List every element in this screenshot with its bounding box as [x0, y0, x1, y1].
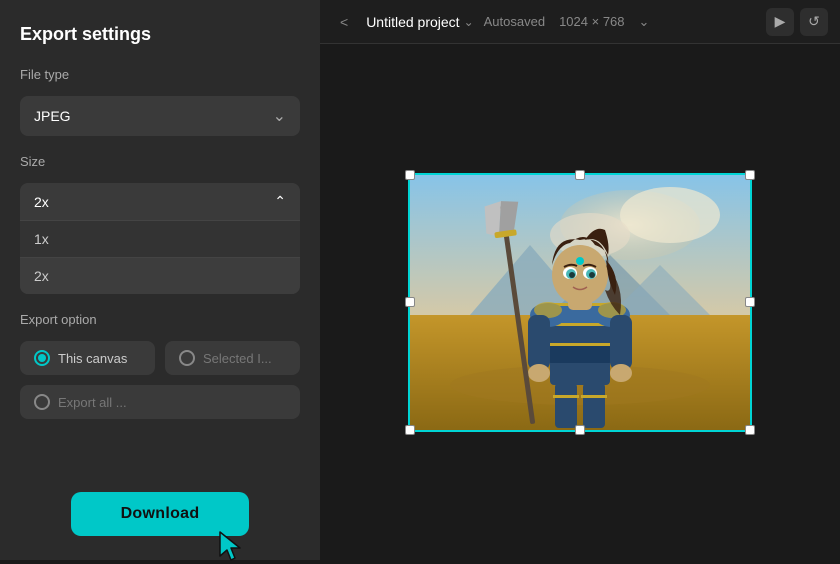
rotate-icon: ↺ [808, 13, 820, 30]
selected-label: Selected I... [203, 351, 272, 366]
radio-circle-this-canvas [34, 350, 50, 366]
canvas-area [320, 44, 840, 560]
export-radio-group: This canvas Selected I... Export all ... [20, 341, 300, 419]
size-dropdown[interactable]: 2x ⌃ 1x 2x [20, 183, 300, 294]
size-selected-row[interactable]: 2x ⌃ [20, 183, 300, 220]
chevron-down-icon: ⌄ [273, 106, 286, 126]
export-option-this-canvas[interactable]: This canvas [20, 341, 155, 375]
project-name: Untitled project [366, 14, 459, 30]
right-panel: < Untitled project ⌄ Autosaved 1024 × 76… [320, 0, 840, 560]
file-type-label: File type [20, 67, 300, 82]
this-canvas-label: This canvas [58, 351, 127, 366]
export-option-label: Export option [20, 312, 300, 327]
panel-title: Export settings [20, 24, 300, 45]
size-option-2x[interactable]: 2x [20, 257, 300, 294]
canvas-image-container [410, 175, 750, 430]
autosaved-label: Autosaved [484, 14, 545, 29]
size-option-1x[interactable]: 1x [20, 220, 300, 257]
radio-circle-export-all [34, 394, 50, 410]
export-all-label: Export all ... [58, 395, 127, 410]
canvas-image[interactable] [410, 175, 750, 430]
rotate-button[interactable]: ↺ [800, 8, 828, 36]
export-options-row1: This canvas Selected I... [20, 341, 300, 375]
export-settings-panel: Export settings File type JPEG ⌄ Size 2x… [0, 0, 320, 560]
warrior-illustration [410, 175, 750, 430]
play-button[interactable]: ▶ [766, 8, 794, 36]
radio-circle-selected [179, 350, 195, 366]
top-bar: < Untitled project ⌄ Autosaved 1024 × 76… [320, 0, 840, 44]
play-icon: ▶ [775, 13, 786, 30]
export-option-all[interactable]: Export all ... [20, 385, 300, 419]
size-label: Size [20, 154, 300, 169]
export-option-section: Export option This canvas Selected I... … [20, 312, 300, 419]
cursor-icon [216, 528, 252, 564]
export-option-selected[interactable]: Selected I... [165, 341, 300, 375]
project-name-wrap[interactable]: Untitled project ⌄ [366, 14, 473, 30]
dimensions-chevron: ⌄ [639, 14, 650, 30]
toolbar-icons: ▶ ↺ [766, 8, 828, 36]
chevron-up-icon: ⌃ [274, 193, 286, 210]
file-type-select[interactable]: JPEG ⌄ [20, 96, 300, 136]
file-type-value: JPEG [34, 108, 71, 124]
size-section: Size 2x ⌃ 1x 2x [20, 154, 300, 294]
dimensions-label: 1024 × 768 [559, 14, 624, 29]
back-button[interactable]: < [332, 10, 356, 34]
size-selected-value: 2x [34, 194, 49, 210]
file-type-section: File type JPEG ⌄ [20, 67, 300, 136]
download-area: Download [20, 472, 300, 536]
project-chevron-icon: ⌄ [464, 15, 474, 29]
